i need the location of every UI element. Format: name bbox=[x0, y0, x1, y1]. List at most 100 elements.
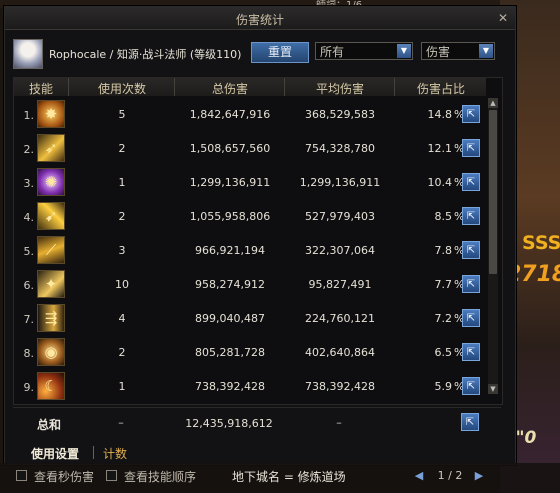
header-avg: 平均伤害 bbox=[315, 82, 364, 96]
show-skill-order-label: 查看技能顺序 bbox=[124, 470, 197, 484]
tab-counter[interactable]: 计数 bbox=[103, 445, 127, 462]
crescent-slash-icon: ☾ bbox=[37, 372, 65, 400]
share-icon[interactable]: ⇱ bbox=[462, 173, 480, 191]
close-icon[interactable]: ✕ bbox=[496, 11, 510, 25]
row-damage-pct: 14.8 bbox=[427, 108, 453, 121]
row-total-damage: 805,281,728 bbox=[195, 346, 265, 359]
table-header: 技能 使用次数 总伤害 平均伤害 伤害占比 bbox=[14, 78, 486, 96]
row-total-damage: 1,508,657,560 bbox=[189, 142, 271, 155]
share-icon[interactable]: ⇱ bbox=[462, 309, 480, 327]
row-count: 4 bbox=[118, 312, 126, 325]
row-damage-pct: 6.5 bbox=[434, 346, 453, 359]
table-row: 7. ⇶ 4 899,040,487 224,760,121 7.2% ⇱ bbox=[14, 302, 486, 336]
row-avg-damage: 95,827,491 bbox=[308, 278, 372, 291]
metric-select[interactable]: 伤害 ▼ bbox=[421, 42, 495, 60]
damage-stats-window: 伤害统计 ✕ Rophocale / 知源·战斗法师 (等级110) 重置 所有… bbox=[4, 6, 516, 465]
chevron-down-icon[interactable]: ▼ bbox=[397, 44, 411, 58]
table-row: 6. ✦ 10 958,274,912 95,827,491 7.7% ⇱ bbox=[14, 268, 486, 302]
row-rank: 8. bbox=[23, 347, 35, 360]
scroll-down-arrow-icon[interactable]: ▼ bbox=[488, 384, 498, 394]
row-count: 10 bbox=[115, 278, 129, 291]
row-total-damage: 966,921,194 bbox=[195, 244, 265, 257]
table-row: 9. ☾ 1 738,392,428 738,392,428 5.9% ⇱ bbox=[14, 370, 486, 404]
title-bar[interactable]: 伤害统计 ✕ bbox=[5, 7, 515, 30]
summary-avg: – bbox=[336, 416, 342, 429]
row-avg-damage: 738,392,428 bbox=[305, 380, 375, 393]
energy-dash-icon: ⇶ bbox=[37, 304, 65, 332]
row-count: 1 bbox=[118, 176, 126, 189]
row-count: 2 bbox=[118, 346, 126, 359]
window-title: 伤害统计 bbox=[235, 13, 284, 27]
share-icon[interactable]: ⇱ bbox=[462, 241, 480, 259]
row-rank: 7. bbox=[23, 313, 35, 326]
table-row: 4. ➹ 2 1,055,958,806 527,979,403 8.5% ⇱ bbox=[14, 200, 486, 234]
header-count: 使用次数 bbox=[97, 82, 146, 96]
scroll-thumb[interactable] bbox=[489, 110, 497, 274]
row-rank: 9. bbox=[23, 381, 35, 394]
row-damage-pct: 10.4 bbox=[427, 176, 453, 189]
row-total-damage: 1,055,958,806 bbox=[189, 210, 271, 223]
table-row: 5. ⟋ 3 966,921,194 322,307,064 7.8% ⇱ bbox=[14, 234, 486, 268]
row-damage-pct: 7.8 bbox=[434, 244, 453, 257]
summary-total: 12,435,918,612 bbox=[185, 417, 273, 430]
game-rank-text: SSS bbox=[522, 232, 560, 254]
row-damage-pct: 7.7 bbox=[434, 278, 453, 291]
page-indicator: 1 / 2 bbox=[437, 469, 463, 482]
tab-settings[interactable]: 使用设置 bbox=[31, 445, 79, 462]
show-skill-order-checkbox[interactable] bbox=[106, 470, 117, 481]
row-count: 5 bbox=[118, 108, 126, 121]
summary-row: 总和 – 12,435,918,612 – ⇱ bbox=[13, 407, 501, 438]
share-icon[interactable]: ⇱ bbox=[462, 207, 480, 225]
orb-ring-icon: ◉ bbox=[37, 338, 65, 366]
show-dps-checkbox[interactable] bbox=[16, 470, 27, 481]
row-rank: 3. bbox=[23, 177, 35, 190]
light-spear-icon: ➶ bbox=[37, 134, 65, 162]
row-avg-damage: 402,640,864 bbox=[305, 346, 375, 359]
flame-burst-icon: ✸ bbox=[37, 100, 65, 128]
table-row: 8. ◉ 2 805,281,728 402,640,864 6.5% ⇱ bbox=[14, 336, 486, 370]
prev-page-icon[interactable]: ◀ bbox=[412, 468, 426, 484]
share-icon[interactable]: ⇱ bbox=[462, 343, 480, 361]
row-damage-pct: 12.1 bbox=[427, 142, 453, 155]
share-icon[interactable]: ⇱ bbox=[462, 275, 480, 293]
row-avg-damage: 322,307,064 bbox=[305, 244, 375, 257]
row-avg-damage: 754,328,780 bbox=[305, 142, 375, 155]
show-dps-label: 查看秒伤害 bbox=[34, 470, 95, 484]
table-row: 2. ➶ 2 1,508,657,560 754,328,780 12.1% ⇱ bbox=[14, 132, 486, 166]
purple-vortex-icon: ✺ bbox=[37, 168, 65, 196]
dungeon-name: 地下城名 = 修炼道场 bbox=[232, 470, 346, 484]
row-count: 2 bbox=[118, 210, 126, 223]
table-row: 1. ✸ 5 1,842,647,916 368,529,583 14.8% ⇱ bbox=[14, 98, 486, 132]
bottom-tabs: 使用设置 计数 bbox=[13, 443, 501, 461]
row-rank: 4. bbox=[23, 211, 35, 224]
row-rank: 1. bbox=[23, 109, 35, 122]
scroll-up-arrow-icon[interactable]: ▲ bbox=[488, 98, 498, 108]
summary-label: 总和 bbox=[37, 418, 62, 432]
row-avg-damage: 368,529,583 bbox=[305, 108, 375, 121]
share-icon[interactable]: ⇱ bbox=[462, 105, 480, 123]
bottom-bar: 查看秒伤害 查看技能顺序 地下城名 = 修炼道场 ◀ 1 / 2 ▶ bbox=[0, 463, 560, 493]
filter-select-value: 所有 bbox=[320, 45, 345, 59]
share-icon[interactable]: ⇱ bbox=[462, 139, 480, 157]
row-rank: 6. bbox=[23, 279, 35, 292]
header-pct: 伤害占比 bbox=[416, 82, 465, 96]
reset-button[interactable]: 重置 bbox=[251, 42, 309, 63]
staff-strike-icon: ✦ bbox=[37, 270, 65, 298]
chevron-down-icon[interactable]: ▼ bbox=[479, 44, 493, 58]
row-total-damage: 1,842,647,916 bbox=[189, 108, 271, 121]
golden-thrust-icon: ⟋ bbox=[37, 236, 65, 264]
header-total: 总伤害 bbox=[211, 82, 248, 96]
column-divider bbox=[394, 78, 395, 96]
next-page-icon[interactable]: ▶ bbox=[472, 468, 486, 484]
share-icon[interactable]: ⇱ bbox=[462, 377, 480, 395]
table-row: 3. ✺ 1 1,299,136,911 1,299,136,911 10.4% ⇱ bbox=[14, 166, 486, 200]
table-scrollbar[interactable]: ▲ ▼ bbox=[488, 98, 498, 394]
tab-divider bbox=[93, 446, 94, 459]
row-avg-damage: 1,299,136,911 bbox=[299, 176, 381, 189]
avatar bbox=[13, 39, 43, 69]
row-damage-pct: 5.9 bbox=[434, 380, 453, 393]
filter-select[interactable]: 所有 ▼ bbox=[315, 42, 413, 60]
character-name: Rophocale / 知源·战斗法师 (等级110) bbox=[49, 48, 242, 61]
row-avg-damage: 527,979,403 bbox=[305, 210, 375, 223]
share-icon[interactable]: ⇱ bbox=[461, 413, 479, 431]
